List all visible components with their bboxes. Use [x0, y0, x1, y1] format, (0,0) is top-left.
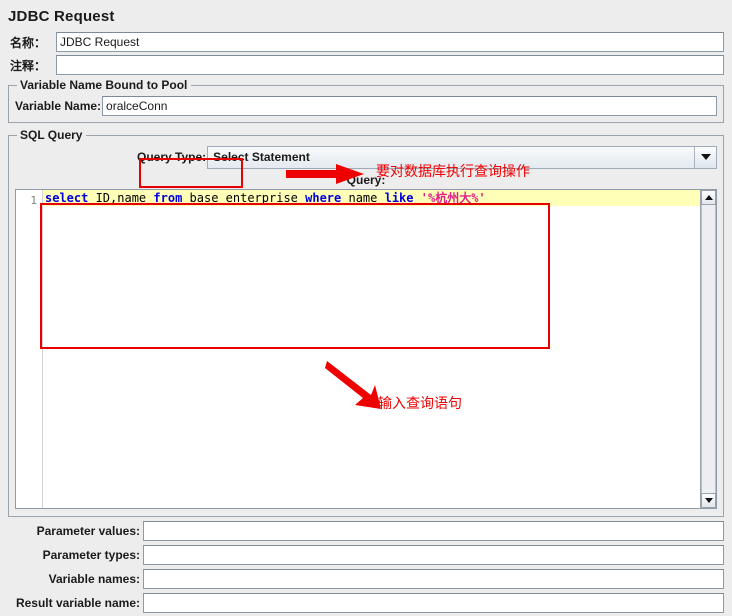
variable-name-row: Variable Name: oralceConn — [15, 96, 717, 116]
scroll-up-arrow-icon — [705, 195, 713, 200]
sql-query-group-title: SQL Query — [17, 128, 86, 142]
parameter-row: Parameter values: — [8, 521, 724, 541]
query-type-combobox[interactable]: Select Statement — [207, 146, 717, 169]
sql-token: select — [45, 191, 88, 205]
parameter-label: Result variable name: — [8, 596, 143, 610]
query-type-value: Select Statement — [208, 147, 694, 168]
query-type-label: Query Type: — [15, 150, 206, 164]
sql-token: like — [385, 191, 414, 205]
sql-token: '%杭州大%' — [421, 191, 486, 205]
parameter-row: Result variable name: — [8, 593, 724, 613]
comment-input[interactable] — [56, 55, 724, 75]
query-type-row: Query Type: Select Statement — [15, 145, 717, 169]
sql-token: name — [341, 191, 384, 205]
pool-group-title: Variable Name Bound to Pool — [17, 78, 191, 92]
sql-token: ID,name — [88, 191, 153, 205]
parameter-input[interactable] — [143, 545, 724, 565]
scrollbar-down-button[interactable] — [701, 493, 716, 508]
editor-vertical-scrollbar[interactable] — [700, 190, 716, 508]
scrollbar-track[interactable] — [701, 205, 716, 493]
editor-gutter: 1 — [16, 190, 43, 508]
name-label: 名称： — [8, 32, 56, 52]
parameter-input[interactable] — [143, 521, 724, 541]
sql-token: where — [305, 191, 341, 205]
parameter-input[interactable] — [143, 593, 724, 613]
sql-query-group: SQL Query Query Type: Select Statement Q… — [8, 135, 724, 517]
page-title: JDBC Request — [0, 0, 732, 25]
parameter-label: Parameter types: — [8, 548, 143, 562]
scrollbar-up-button[interactable] — [701, 190, 716, 205]
chevron-down-icon — [701, 154, 711, 160]
query-type-dropdown-button[interactable] — [694, 147, 716, 168]
sql-token — [414, 191, 421, 205]
sql-editor[interactable]: 1 select ID,name from base_enterprise wh… — [15, 189, 717, 509]
parameters-section: Parameter values: Parameter types: Variabl… — [8, 521, 724, 613]
variable-name-input[interactable]: oralceConn — [102, 96, 717, 116]
scroll-down-arrow-icon — [705, 498, 713, 503]
parameter-row: Parameter types: — [8, 545, 724, 565]
sql-token: from — [153, 191, 182, 205]
parameter-label: Variable names: — [8, 572, 143, 586]
name-input[interactable]: JDBC Request — [56, 32, 724, 52]
query-caption: Query: — [15, 173, 717, 187]
editor-code-area[interactable]: select ID,name from base_enterprise wher… — [43, 190, 700, 508]
parameter-input[interactable] — [143, 569, 724, 589]
sql-code-line: select ID,name from base_enterprise wher… — [43, 190, 700, 206]
name-row: 名称： JDBC Request — [8, 32, 724, 52]
parameter-label: Parameter values: — [8, 524, 143, 538]
variable-name-label: Variable Name: — [15, 99, 101, 113]
comment-label: 注释： — [8, 55, 56, 75]
sql-token: base_enterprise — [182, 191, 305, 205]
pool-group: Variable Name Bound to Pool Variable Nam… — [8, 85, 724, 123]
comment-row: 注释： — [8, 55, 724, 75]
parameter-row: Variable names: — [8, 569, 724, 589]
